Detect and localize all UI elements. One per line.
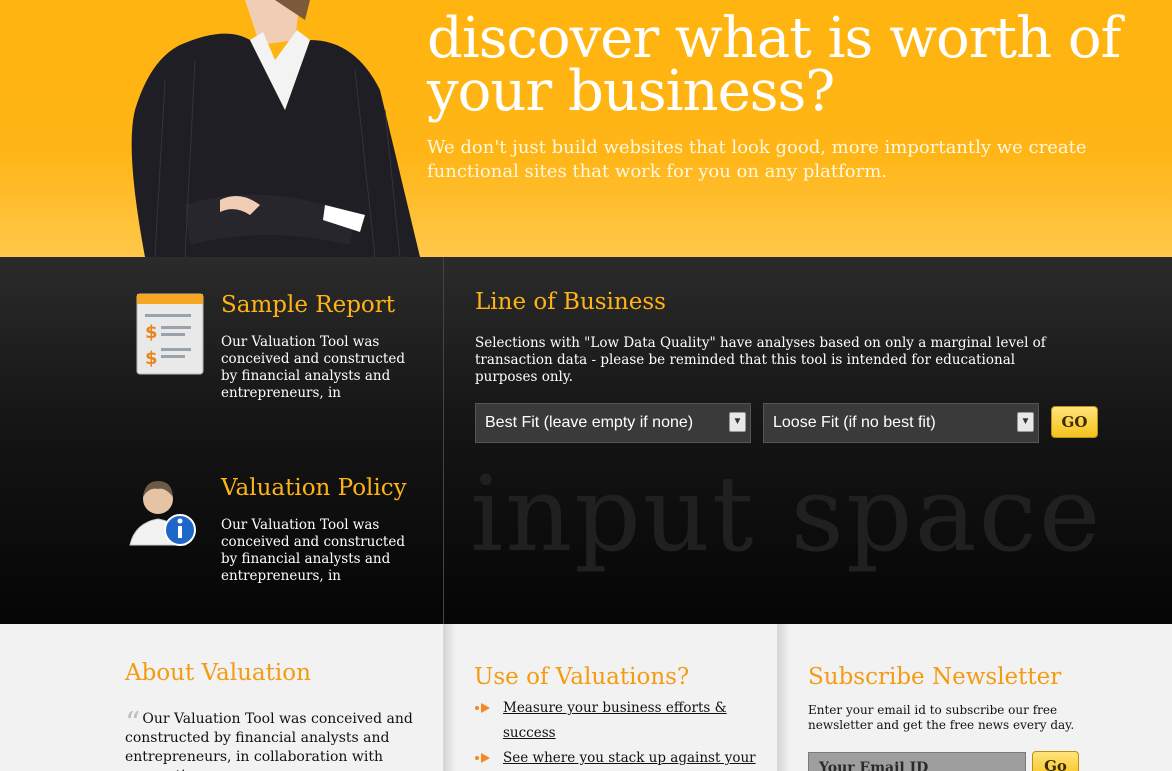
sample-report-title[interactable]: Sample Report xyxy=(221,292,395,318)
svg-text:$: $ xyxy=(145,322,158,343)
about-valuation-title: About Valuation xyxy=(125,660,311,686)
loose-fit-select[interactable]: Loose Fit (if no best fit) ▼ xyxy=(763,403,1039,443)
chevron-down-icon[interactable]: ▼ xyxy=(729,412,746,432)
competition-link[interactable]: See where you stack up against your comp… xyxy=(503,750,756,771)
best-fit-value: Best Fit (leave empty if none) xyxy=(485,414,694,431)
chevron-down-icon[interactable]: ▼ xyxy=(1017,412,1034,432)
hero-banner: discover what is worth of your business?… xyxy=(0,0,1172,257)
line-of-business-title: Line of Business xyxy=(475,289,666,315)
businesswoman-image xyxy=(131,0,420,257)
tools-section: $ $ Sample Report Our Valuation Tool was… xyxy=(0,257,1172,624)
valuation-policy-block[interactable]: Valuation Policy Our Valuation Tool was … xyxy=(125,475,425,595)
list-item[interactable]: See where you stack up against your comp… xyxy=(474,746,764,771)
use-of-valuations-title: Use of Valuations? xyxy=(474,664,690,690)
about-valuation-text: “Our Valuation Tool was conceived and co… xyxy=(125,709,425,771)
go-button[interactable]: GO xyxy=(1051,406,1098,438)
report-document-icon: $ $ xyxy=(136,293,204,375)
svg-text:$: $ xyxy=(145,348,158,369)
newsletter-text: Enter your email id to subscribe our fre… xyxy=(808,703,1075,732)
best-fit-select[interactable]: Best Fit (leave empty if none) ▼ xyxy=(475,403,751,443)
sample-report-text: Our Valuation Tool was conceived and con… xyxy=(221,334,405,401)
list-item[interactable]: Measure your business efforts & success xyxy=(474,696,764,746)
valuation-policy-text: Our Valuation Tool was conceived and con… xyxy=(221,517,405,584)
use-of-valuations-list: Measure your business efforts & success … xyxy=(474,696,764,771)
user-info-icon xyxy=(129,481,196,546)
measure-success-link[interactable]: Measure your business efforts & success xyxy=(503,700,727,741)
newsletter-go-button[interactable]: Go xyxy=(1032,751,1079,771)
info-section: About Valuation “Our Valuation Tool was … xyxy=(0,624,1172,771)
valuation-policy-title[interactable]: Valuation Policy xyxy=(221,475,407,501)
sample-report-block[interactable]: $ $ Sample Report Our Valuation Tool was… xyxy=(125,292,425,412)
section-divider xyxy=(443,257,444,624)
line-of-business-note: Selections with "Low Data Quality" have … xyxy=(475,335,1046,385)
column-shadow xyxy=(444,624,456,771)
arrow-bullet-icon xyxy=(475,703,490,713)
loose-fit-value: Loose Fit (if no best fit) xyxy=(773,414,936,431)
arrow-bullet-icon xyxy=(475,753,490,763)
hero-title: discover what is worth of your business? xyxy=(427,6,1121,124)
email-field[interactable]: Your Email ID xyxy=(808,752,1026,771)
column-shadow xyxy=(778,624,790,771)
about-valuation-body: Our Valuation Tool was conceived and con… xyxy=(125,711,413,771)
newsletter-title: Subscribe Newsletter xyxy=(808,664,1062,690)
input-space-watermark: input space xyxy=(470,453,1103,575)
hero-subtitle: We don't just build websites that look g… xyxy=(427,137,1087,182)
